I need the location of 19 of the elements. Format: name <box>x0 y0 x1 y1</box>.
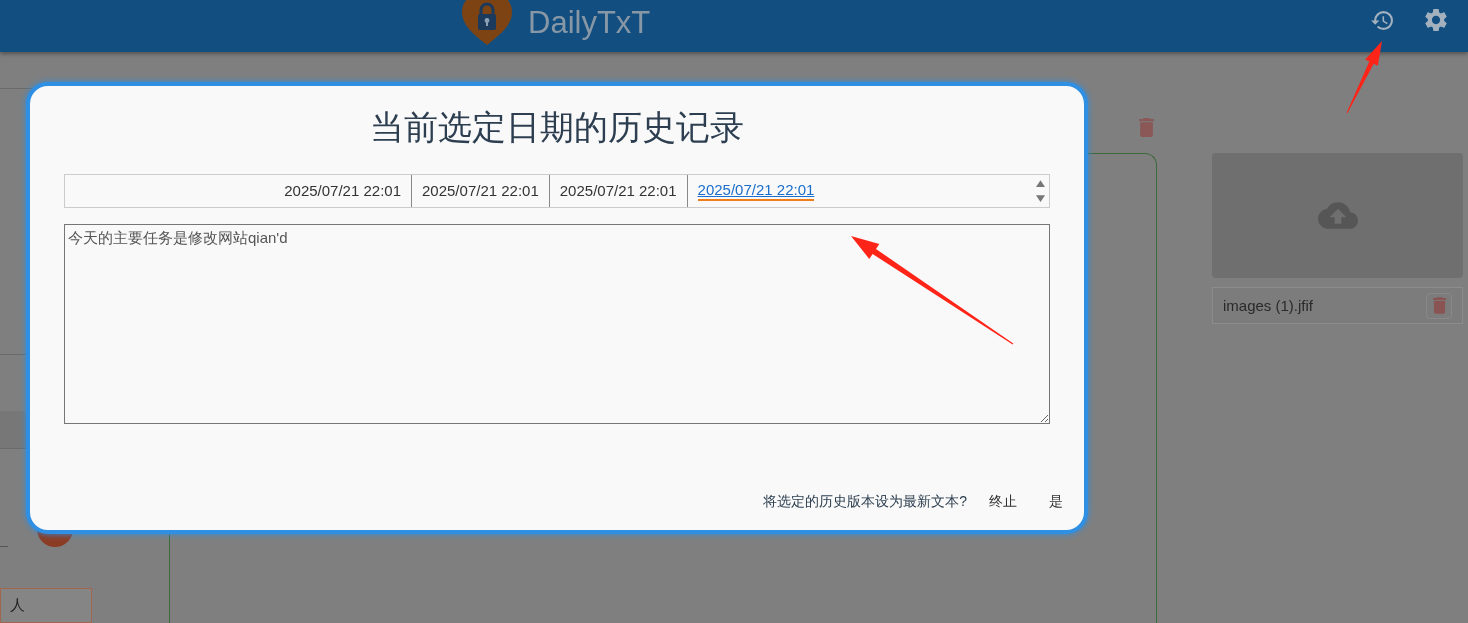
history-icon[interactable] <box>1371 10 1393 30</box>
history-text-field[interactable]: 今天的主要任务是修改网站qian'd <box>64 224 1050 424</box>
version-link[interactable]: 2025/07/21 22:01 <box>284 182 401 200</box>
dialog-button[interactable]: 终止 <box>979 489 1027 515</box>
dialog-title: 当前选定日期的历史记录 <box>369 107 745 148</box>
settings-icon[interactable] <box>1425 9 1447 31</box>
version-link[interactable]: 2025/07/21 22:01 <box>559 182 677 200</box>
version-link[interactable]: 2025/07/21 22:01 <box>422 182 539 200</box>
confirm-prompt: 将选定的历史版本设为最新文本? <box>763 493 967 511</box>
heart-lock-icon <box>462 0 512 45</box>
file-name: images (1).jfif <box>1223 297 1314 314</box>
version-link[interactable]: 2025/07/21 22:01 <box>697 181 815 201</box>
scroll-down-icon[interactable] <box>1035 195 1045 202</box>
scroll-up-icon[interactable] <box>1035 180 1045 187</box>
trash-icon <box>1432 297 1446 314</box>
app-title: DailyTxT <box>528 3 651 42</box>
cloud-upload-icon <box>1317 202 1358 229</box>
dialog-button[interactable]: 是 <box>1039 489 1073 515</box>
text-field[interactable]: 人 <box>0 587 92 623</box>
